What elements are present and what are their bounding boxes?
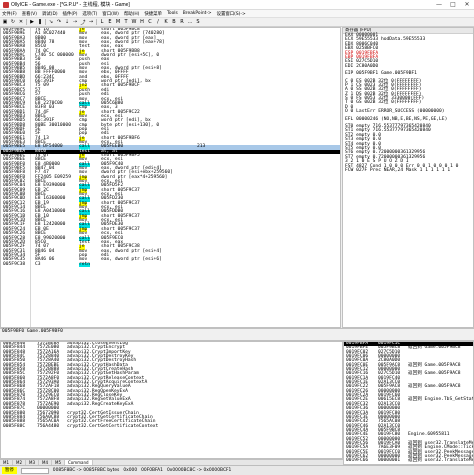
stack-comment: 返回到 user32.TranslateMessage: [408, 458, 473, 464]
minimize-button[interactable]: —: [432, 0, 446, 10]
status-text-3: 00F0BFA1: [141, 468, 163, 473]
stack-comment: 返回到 Game.005F9AC8: [408, 384, 461, 390]
dump-text: advapi32.RegCreateKeyExA: [67, 401, 134, 407]
registers-pane[interactable]: 寄存器 (FPU) EAX 00000001 ECX 59E55533 hodDa…: [342, 27, 474, 328]
app-icon: [3, 1, 9, 8]
debug-state-badge: 暂停: [2, 467, 17, 474]
menu-item-10[interactable]: 设置窗口(S)->: [217, 11, 246, 17]
toolbar-window-button[interactable]: T: [123, 19, 129, 25]
status-bar: 暂停 0085F8BC -> 0085F8BC bytes 0x000 00F0…: [0, 465, 474, 475]
menu-item-4[interactable]: 选项(T): [82, 11, 97, 17]
disasm-hex: C3: [35, 261, 41, 267]
menu-item-6[interactable]: 帮助(H): [124, 11, 140, 17]
toolbar-window-button[interactable]: ...: [187, 19, 193, 25]
menu-item-5[interactable]: 窗口(W): [102, 11, 119, 17]
trace-over-icon[interactable]: ⇢: [72, 19, 78, 25]
disasm-row[interactable]: 005F9C38 C3 retn: [1, 261, 340, 267]
toolbar-window-button[interactable]: B: [171, 19, 177, 25]
menu-item-8[interactable]: Tools: [167, 11, 178, 16]
maximize-button[interactable]: □: [446, 0, 460, 10]
toolbar-window-button[interactable]: /: [155, 19, 161, 25]
stack-comment: 返回到 Engine.TbS_GetStatBy: [408, 397, 474, 403]
stack-address: 0019FC66: [346, 458, 369, 464]
menu-item-9[interactable]: BreakPoint->: [183, 11, 212, 16]
goto-icon[interactable]: →: [88, 19, 94, 25]
menu-item-3[interactable]: 插件(P): [63, 11, 78, 17]
command-input[interactable]: [20, 467, 49, 474]
status-text-4: 0x0000BC8C -> 0x0000BCF1: [166, 468, 232, 473]
run-icon[interactable]: ▶: [29, 19, 35, 25]
toolbar-separator: [96, 19, 97, 25]
stack-comment: Engine.60955811: [408, 432, 450, 438]
status-text-1: 0085F8BC -> 0085F8BC bytes: [52, 468, 120, 473]
close-button[interactable]: ✕: [460, 0, 474, 10]
menu-item-2[interactable]: 调试(D): [42, 11, 58, 17]
close-icon[interactable]: ✕: [18, 19, 24, 25]
menu-bar: 文件(F) 查看(V) 调试(D) 插件(P) 选项(T) 窗口(W) 帮助(H) 快捷菜单 T…: [0, 10, 474, 18]
toolbar-window-button[interactable]: R: [179, 19, 185, 25]
toolbar-window-button[interactable]: L: [99, 19, 105, 25]
toolbar-window-button[interactable]: E: [107, 19, 113, 25]
toolbar-window-button[interactable]: M: [115, 19, 121, 25]
toolbar-window-button[interactable]: W: [131, 19, 137, 25]
step-over-icon[interactable]: ↷: [56, 19, 62, 25]
dump-text: crypt32.CertGetCertificateContext: [67, 423, 159, 429]
toolbar-window-button[interactable]: C: [147, 19, 153, 25]
dump-hex: 756A4480: [37, 423, 60, 429]
stack-row[interactable]: 0019FC66 00000001 返回到 user32.TranslateMess…: [344, 458, 473, 464]
dump-row[interactable]: 0085F88C 756A4480 crypt32.CertGetCertifica…: [1, 423, 342, 429]
status-text-2: 0x000: [123, 468, 138, 473]
dump-address: 0085F88C: [3, 423, 26, 429]
open-icon[interactable]: ▣: [2, 19, 8, 25]
stack-comment: 返回到 Game.005F9AC8: [408, 362, 461, 368]
restart-icon[interactable]: ↻: [10, 19, 16, 25]
toolbar-window-button[interactable]: S: [195, 19, 201, 25]
stack-pane[interactable]: 0019FBFA 0019FC1C 0019FBFE 005F9BC8 返回到 Game…: [343, 341, 474, 465]
toolbar-window-button[interactable]: K: [163, 19, 169, 25]
info-pane: 005F9BF0 Game.005F9BF0: [0, 328, 474, 341]
toolbar: ▣ ↻ ✕ ▶ ❚ ↘ ↷ ⇣ ⇢ ⤴ → L E M T W H C / K B R... S: [0, 18, 474, 27]
trace-into-icon[interactable]: ⇣: [64, 19, 70, 25]
window-title: OllyICE - Game.exe - [*G.P.U* - 主线程, 模块 …: [11, 2, 130, 8]
pause-icon[interactable]: ❚: [37, 19, 43, 25]
stack-comment: 返回到 Game.005F9BC8: [408, 345, 461, 351]
menu-item-0[interactable]: 文件(F): [2, 11, 17, 17]
register-line[interactable]: FCW 027F Prec NEAR,24 Mask 1 1 1 1 1 1: [343, 168, 473, 173]
disassembly-pane[interactable]: 005F9B9C 74 16 je short 005F9BC8 005F9B9E A1 …: [0, 27, 341, 328]
stack-comment: 返回到 Game.005F9AC8: [408, 371, 461, 377]
title-bar: OllyICE - Game.exe - [*G.P.U* - 主线程, 模块 …: [0, 0, 474, 10]
execute-till-return-icon[interactable]: ⤴: [80, 19, 86, 26]
toolbar-separator: [26, 19, 27, 25]
step-into-icon[interactable]: ↘: [48, 19, 54, 25]
toolbar-window-button[interactable]: H: [139, 19, 145, 25]
stack-value: 00000001: [378, 458, 401, 464]
disasm-address: 005F9C38: [3, 261, 26, 267]
menu-item-7[interactable]: 快捷菜单: [144, 11, 162, 17]
memory-dump-pane[interactable]: 0085F840 7572BE8A advapi32.CloseEventLog 00…: [0, 341, 343, 459]
toolbar-separator: [45, 19, 46, 25]
disasm-mnemonic: retn: [79, 261, 91, 267]
menu-item-1[interactable]: 查看(V): [22, 11, 37, 17]
